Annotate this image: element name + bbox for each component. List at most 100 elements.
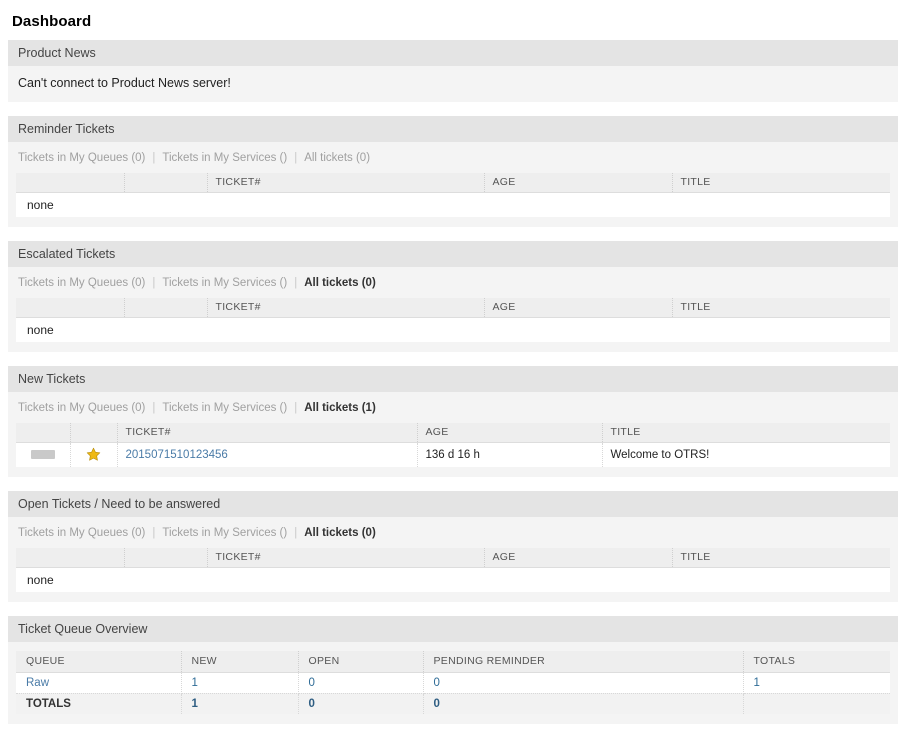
tab-my-services[interactable]: Tickets in My Services () xyxy=(162,152,287,164)
page-title: Dashboard xyxy=(12,13,92,30)
column-marker xyxy=(16,173,125,193)
widget-header-escalated-tickets: Escalated Tickets xyxy=(8,241,898,267)
widget-header-open-tickets: Open Tickets / Need to be answered xyxy=(8,491,898,517)
column-ticket-number[interactable]: TICKET# xyxy=(117,423,418,443)
column-age[interactable]: AGE xyxy=(484,173,673,193)
widget-product-news: Product News Can't connect to Product Ne… xyxy=(8,40,898,102)
table-row[interactable]: 2015071510123456 136 d 16 h Welcome to O… xyxy=(16,442,890,467)
row-title-cell: Welcome to OTRS! xyxy=(602,442,890,467)
product-news-message: Can't connect to Product News server! xyxy=(8,66,898,102)
column-title[interactable]: TITLE xyxy=(672,298,890,318)
table-header-row: TICKET# AGE TITLE xyxy=(16,548,890,568)
column-marker xyxy=(16,423,71,443)
column-ticket-number[interactable]: TICKET# xyxy=(207,173,485,193)
column-title[interactable]: TITLE xyxy=(672,173,890,193)
tab-all-tickets[interactable]: All tickets (0) xyxy=(304,152,370,164)
tab-my-services[interactable]: Tickets in My Services () xyxy=(162,527,287,539)
totals-open: 0 xyxy=(298,693,424,714)
table-new-tickets: TICKET# AGE TITLE 2015071510123456 136 d… xyxy=(16,423,890,467)
tabs-open-tickets: Tickets in My Queues (0) | Tickets in My S… xyxy=(8,517,898,548)
totals-label: TOTALS xyxy=(16,693,182,714)
tab-my-queues[interactable]: Tickets in My Queues (0) xyxy=(18,277,145,289)
totals-new: 1 xyxy=(181,693,299,714)
table-reminder-tickets: TICKET# AGE TITLE none xyxy=(16,173,890,217)
column-flag xyxy=(124,173,208,193)
queue-pending-reminder-count[interactable]: 0 xyxy=(434,677,440,689)
empty-label: none xyxy=(16,192,890,217)
column-age[interactable]: AGE xyxy=(484,298,673,318)
tab-my-queues[interactable]: Tickets in My Queues (0) xyxy=(18,402,145,414)
queue-open-count[interactable]: 0 xyxy=(309,677,315,689)
widget-header-new-tickets: New Tickets xyxy=(8,366,898,392)
tab-all-tickets[interactable]: All tickets (0) xyxy=(304,277,376,289)
row-ticket-number-cell[interactable]: 2015071510123456 xyxy=(117,442,418,467)
column-flag xyxy=(124,298,208,318)
table-header-row: TICKET# AGE TITLE xyxy=(16,298,890,318)
table-empty-row: none xyxy=(16,192,890,217)
tab-all-tickets[interactable]: All tickets (0) xyxy=(304,527,376,539)
widget-header-queue-overview: Ticket Queue Overview xyxy=(8,616,898,642)
dashboard-page: Dashboard Product News Can't connect to … xyxy=(0,0,906,747)
queue-totals-cell[interactable]: 1 xyxy=(743,672,890,694)
column-marker xyxy=(16,548,125,568)
table-open-tickets: TICKET# AGE TITLE none xyxy=(16,548,890,592)
tab-all-tickets[interactable]: All tickets (1) xyxy=(304,402,376,414)
tab-separator: | xyxy=(152,152,156,164)
widget-open-tickets: Open Tickets / Need to be answered Ticke… xyxy=(8,491,898,602)
column-queue: QUEUE xyxy=(16,651,182,673)
column-ticket-number[interactable]: TICKET# xyxy=(207,298,485,318)
totals-pending-reminder: 0 xyxy=(423,693,744,714)
table-queue-overview: QUEUE NEW OPEN PENDING REMINDER TOTALS R… xyxy=(16,651,890,714)
widget-header-reminder-tickets: Reminder Tickets xyxy=(8,116,898,142)
table-escalated-tickets: TICKET# AGE TITLE none xyxy=(16,298,890,342)
tab-my-services[interactable]: Tickets in My Services () xyxy=(162,402,287,414)
table-header-row: TICKET# AGE TITLE xyxy=(16,173,890,193)
tabs-reminder-tickets: Tickets in My Queues (0) | Tickets in My S… xyxy=(8,142,898,173)
column-age[interactable]: AGE xyxy=(484,548,673,568)
ticket-number-link[interactable]: 2015071510123456 xyxy=(126,449,228,461)
widget-new-tickets: New Tickets Tickets in My Queues (0) | Tic… xyxy=(8,366,898,477)
queue-totals-count[interactable]: 1 xyxy=(754,677,760,689)
column-flag xyxy=(70,423,118,443)
queue-pending-reminder-cell[interactable]: 0 xyxy=(423,672,744,694)
queue-open-cell[interactable]: 0 xyxy=(298,672,424,694)
queue-name-cell[interactable]: Raw xyxy=(16,672,182,694)
tab-separator: | xyxy=(294,402,298,414)
table-totals-row: TOTALS 1 0 0 xyxy=(16,693,890,714)
tab-my-services[interactable]: Tickets in My Services () xyxy=(162,277,287,289)
totals-totals xyxy=(743,693,890,714)
column-flag xyxy=(124,548,208,568)
widget-reminder-tickets: Reminder Tickets Tickets in My Queues (0… xyxy=(8,116,898,227)
widget-header-product-news: Product News xyxy=(8,40,898,66)
column-title[interactable]: TITLE xyxy=(672,548,890,568)
grey-box-icon xyxy=(30,450,55,460)
column-age[interactable]: AGE xyxy=(417,423,603,443)
tab-separator: | xyxy=(294,277,298,289)
row-marker-cell xyxy=(16,442,71,467)
widget-queue-overview: Ticket Queue Overview QUEUE NEW OPEN PEN… xyxy=(8,616,898,724)
column-marker xyxy=(16,298,125,318)
star-icon[interactable] xyxy=(86,447,101,462)
tab-my-queues[interactable]: Tickets in My Queues (0) xyxy=(18,527,145,539)
queue-new-count[interactable]: 1 xyxy=(192,677,198,689)
table-empty-row: none xyxy=(16,317,890,342)
column-pending-reminder: PENDING REMINDER xyxy=(423,651,744,673)
table-header-row: QUEUE NEW OPEN PENDING REMINDER TOTALS xyxy=(16,651,890,673)
table-row[interactable]: Raw 1 0 0 1 xyxy=(16,672,890,694)
widget-escalated-tickets: Escalated Tickets Tickets in My Queues (… xyxy=(8,241,898,352)
row-flag-cell[interactable] xyxy=(70,442,118,467)
tabs-escalated-tickets: Tickets in My Queues (0) | Tickets in My S… xyxy=(8,267,898,298)
empty-label: none xyxy=(16,567,890,592)
tab-separator: | xyxy=(152,277,156,289)
tab-my-queues[interactable]: Tickets in My Queues (0) xyxy=(18,152,145,164)
column-new: NEW xyxy=(181,651,299,673)
column-ticket-number[interactable]: TICKET# xyxy=(207,548,485,568)
tab-separator: | xyxy=(294,527,298,539)
column-title[interactable]: TITLE xyxy=(602,423,890,443)
queue-link-raw[interactable]: Raw xyxy=(26,677,49,689)
column-totals: TOTALS xyxy=(743,651,890,673)
tab-separator: | xyxy=(294,152,298,164)
empty-label: none xyxy=(16,317,890,342)
queue-new-cell[interactable]: 1 xyxy=(181,672,299,694)
column-open: OPEN xyxy=(298,651,424,673)
